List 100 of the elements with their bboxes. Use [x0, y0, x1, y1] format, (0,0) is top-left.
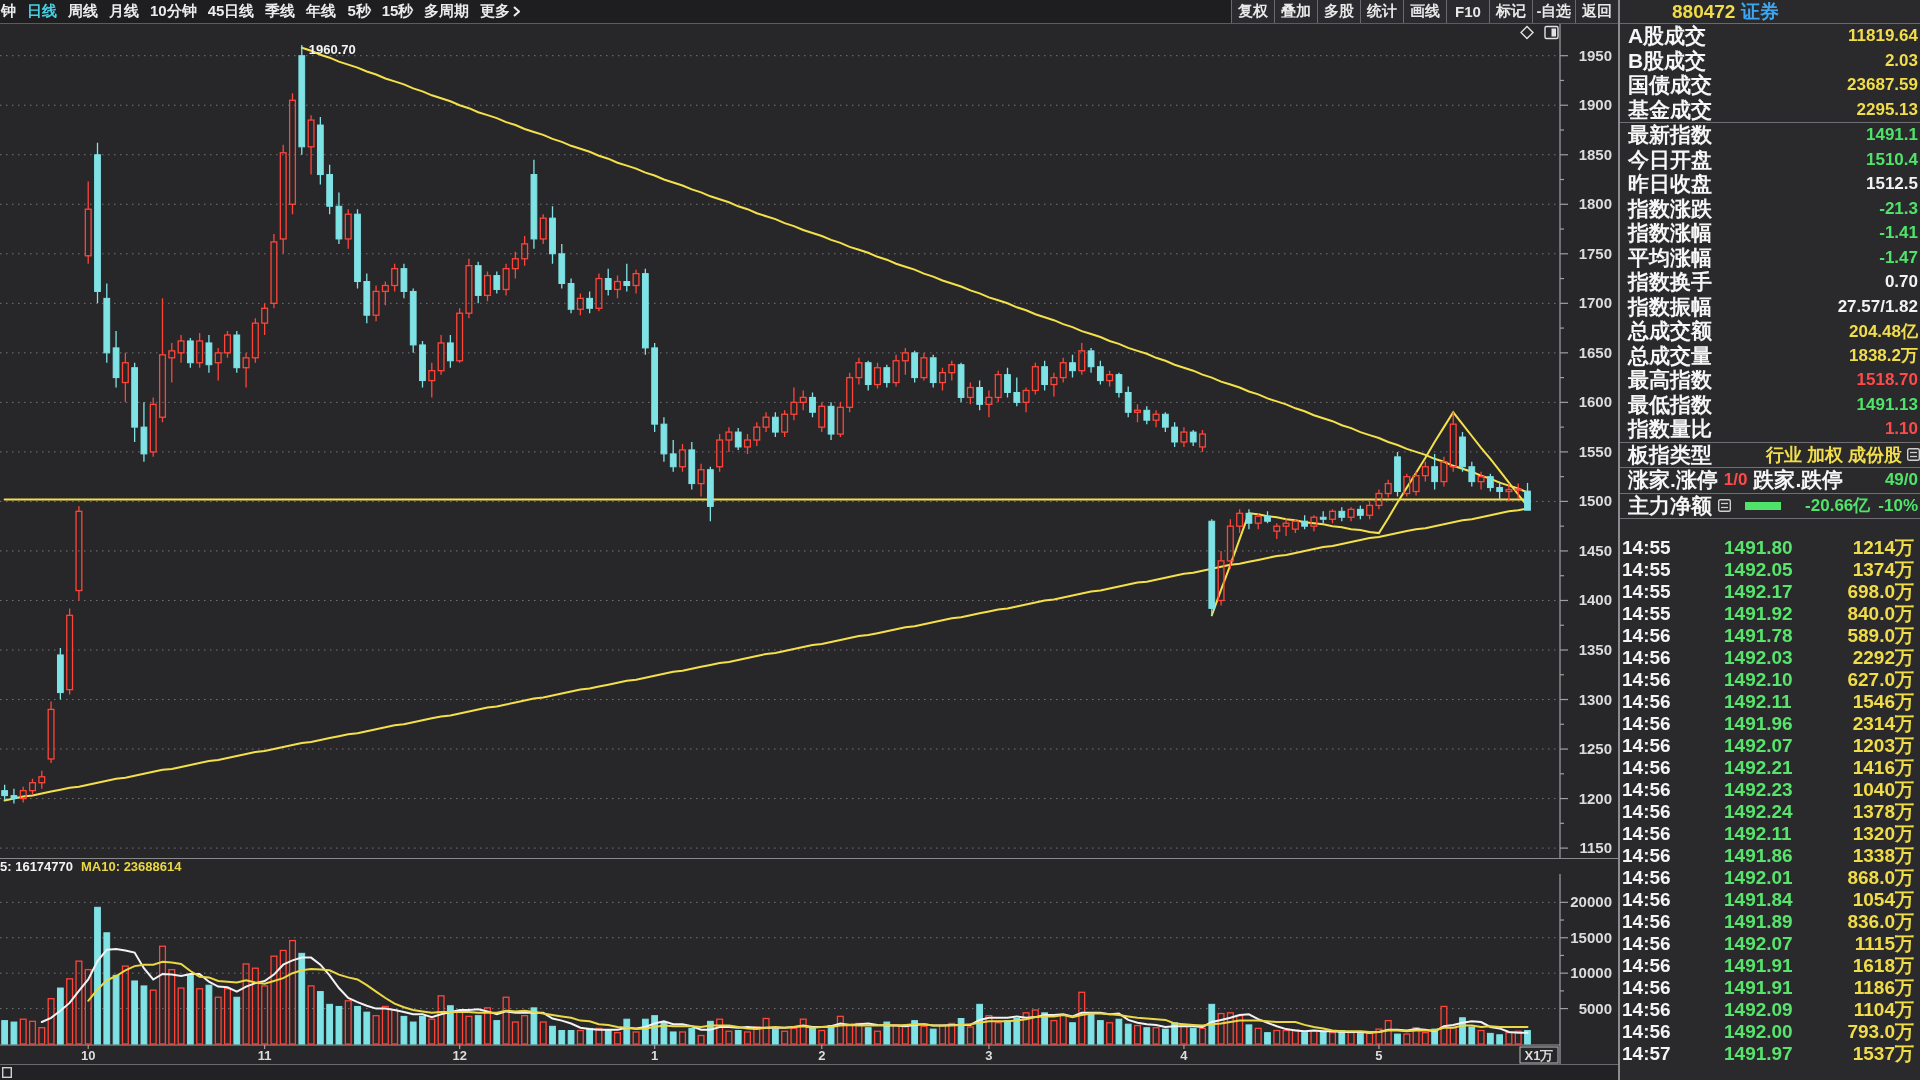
tick-price: 1491.96	[1724, 713, 1794, 735]
candle-wick	[226, 330, 229, 359]
diamond-icon[interactable]	[1520, 25, 1534, 40]
candle-wick	[338, 191, 340, 245]
period-tab[interactable]: 多周期	[423, 2, 471, 21]
candle-body	[419, 344, 426, 382]
tool-button[interactable]: F10	[1446, 0, 1489, 23]
period-tab[interactable]: 周线	[67, 2, 99, 21]
tick-time: 14:55	[1621, 581, 1672, 603]
candle-wick	[1434, 453, 1436, 491]
stat-label: 主力净额	[1628, 492, 1712, 519]
candle-wick	[765, 411, 767, 433]
volume-bar	[586, 1027, 593, 1045]
candle-wick	[1508, 482, 1510, 503]
axis-label: 1350	[1578, 641, 1612, 658]
tool-button[interactable]: 多股	[1317, 0, 1360, 23]
stat-value: 2.03	[1884, 50, 1919, 71]
tick-volume: 2292万	[1852, 646, 1915, 670]
volume-bar	[1264, 1032, 1271, 1045]
candle-wick	[1136, 403, 1139, 423]
volume-bar	[678, 1031, 687, 1045]
axis-label: 1250	[1578, 740, 1612, 758]
period-tab[interactable]: 季线	[264, 2, 297, 21]
candle-wick	[988, 389, 990, 418]
volume-bar	[1394, 1033, 1401, 1045]
period-tab[interactable]: 更多	[479, 2, 522, 21]
stat-value: 11819.64	[1848, 26, 1919, 47]
stat-value: 27.57/1.82	[1837, 296, 1919, 317]
volume-bar	[1133, 1024, 1142, 1045]
tick-time: 14:55	[1621, 603, 1672, 625]
period-tab[interactable]: 15秒	[380, 2, 415, 21]
tick-price: 1491.86	[1724, 845, 1794, 867]
stat-value: 2295.13	[1856, 99, 1919, 120]
period-tab[interactable]: 年线	[305, 2, 338, 21]
stat-label: 指数量比	[1628, 416, 1712, 443]
tool-button[interactable]: -自选	[1532, 0, 1575, 23]
tool-button[interactable]: 复权	[1231, 0, 1274, 23]
stat-value: -20.66亿	[1805, 495, 1872, 518]
tick-price: 1492.03	[1724, 647, 1794, 669]
list-icon[interactable]	[1907, 448, 1920, 462]
tick-time: 14:56	[1621, 823, 1672, 845]
candle-wick	[1192, 429, 1194, 447]
tool-button[interactable]: 标记	[1489, 0, 1532, 23]
candle-wick	[41, 770, 43, 790]
panel-icon[interactable]	[1544, 25, 1559, 40]
tick-price: 1492.07	[1724, 933, 1794, 955]
axis-label: 1800	[1578, 195, 1612, 213]
period-tab[interactable]: 钟	[0, 2, 17, 21]
volume-bar	[911, 1020, 918, 1045]
period-tab[interactable]: 月线	[108, 2, 140, 21]
candle-wick	[1350, 506, 1352, 522]
stat-label: A股成交	[1628, 23, 1707, 49]
period-tab[interactable]: 日线	[26, 2, 58, 21]
candle-wick	[793, 386, 795, 421]
tick-volume: 1378万	[1852, 800, 1915, 824]
candle-body	[707, 469, 714, 507]
volume-bar	[1487, 1032, 1494, 1045]
axis-label: 1750	[1578, 244, 1612, 262]
period-tab[interactable]: 5秒	[346, 2, 372, 21]
stat-label: 最高指数	[1628, 367, 1712, 394]
tick-price: 1492.21	[1724, 757, 1794, 779]
tick-price: 1491.97	[1724, 1043, 1794, 1065]
tool-button[interactable]: 叠加	[1274, 0, 1317, 23]
candle-wick	[217, 347, 219, 382]
candle-body	[772, 416, 779, 433]
candle-wick	[1369, 500, 1371, 520]
tick-volume: 1374万	[1852, 558, 1915, 582]
period-tab[interactable]: 10分钟	[149, 2, 198, 21]
period-tab[interactable]: 45日线	[206, 2, 256, 21]
candle-wick	[514, 251, 516, 280]
stat-value: 1510.4	[1866, 149, 1919, 170]
tick-time: 14:56	[1621, 801, 1672, 823]
tool-button[interactable]: 统计	[1360, 0, 1403, 23]
candle-wick	[941, 367, 944, 392]
candle-wick	[746, 433, 749, 455]
tick-time: 14:56	[1621, 625, 1672, 647]
high-price-label: 1960.70	[308, 42, 356, 58]
tool-button[interactable]: 返回	[1575, 0, 1618, 23]
list-icon[interactable]	[1718, 499, 1731, 513]
candle-wick	[821, 401, 823, 433]
tool-button[interactable]: 画线	[1403, 0, 1446, 23]
tick-volume: 1320万	[1852, 822, 1915, 846]
tick-volume: 793.0万	[1847, 1020, 1915, 1044]
stat-label: 平均涨幅	[1628, 244, 1712, 271]
volume-bar	[549, 1025, 556, 1045]
index-code: 880472	[1672, 0, 1736, 23]
candle-wick	[22, 786, 24, 804]
candle-wick	[1406, 473, 1408, 498]
tick-volume: 868.0万	[1847, 866, 1915, 890]
index-name: 证券	[1741, 0, 1780, 24]
axis-label: 3	[985, 1048, 993, 1063]
candle-wick	[208, 334, 210, 374]
candle-body	[131, 367, 138, 428]
candle-wick	[1294, 518, 1296, 534]
tick-volume: 1115万	[1854, 932, 1915, 956]
square-icon[interactable]	[2, 1067, 12, 1078]
candle-wick	[468, 258, 470, 319]
index-type-label: 行业	[1766, 443, 1802, 467]
candle-wick	[1016, 376, 1018, 407]
stat-label: 跌家.跌停	[1753, 467, 1844, 494]
